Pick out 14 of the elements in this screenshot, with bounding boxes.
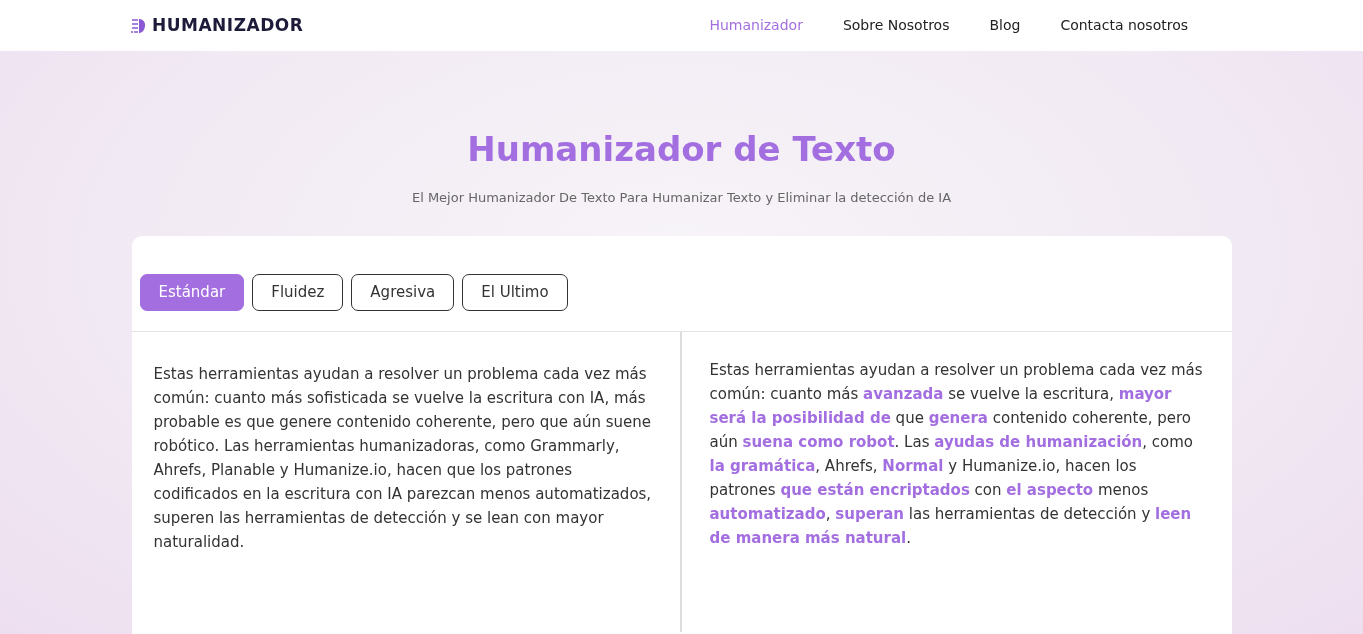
nav-link[interactable]: Contacta nosotros [1040,15,1208,36]
brand-name[interactable]: HUMANIZADOR [152,12,304,39]
input-text[interactable]: Estas herramientas ayudan a resolver un problema cada vez más común: cuanto más sofisticada se vuelve la escritura con IA, más probable es que genere contenido coherente, pero que aún suene robótico. Las herramientas humanizadoras, como Grammarly, Ahrefs, Planable y Humanize.io, hacen que los patrones codificados en la escritura con IA parezcan menos automatizados, superen las herramientas de detección y se lean con mayor naturalidad. [153,361,658,554]
nav-link[interactable]: Blog [969,15,1041,36]
mode-tab[interactable]: Estándar [139,274,245,311]
page-subtitle: El Mejor Humanizador De Texto Para Humanizar Texto y Eliminar la detección de IA [410,188,953,207]
brain-logo-icon [130,16,148,35]
mode-tab[interactable]: El Ultimo [462,274,568,311]
page-title: Humanizador de Texto [466,129,897,170]
nav-link[interactable]: Humanizador [689,15,823,36]
output-text: Estas herramientas ayudan a resolver un problema cada vez más común: cuanto más avanzada se vuelve la escritura, mayor será la posibilidad de que genera contenido coherente, pero aún suena como robot. Las ayudas de humanización, como la gramática, Ahrefs, Normal y Humanize.io, hacen los patrones que están encriptados con el aspecto menos automatizado, superan las herramientas de detección y leen de manera más natural. [709,359,1204,549]
nav-link[interactable]: Sobre Nosotros [822,15,970,36]
mode-tab[interactable]: Fluidez [252,274,344,311]
mode-tab[interactable]: Agresiva [351,274,455,311]
